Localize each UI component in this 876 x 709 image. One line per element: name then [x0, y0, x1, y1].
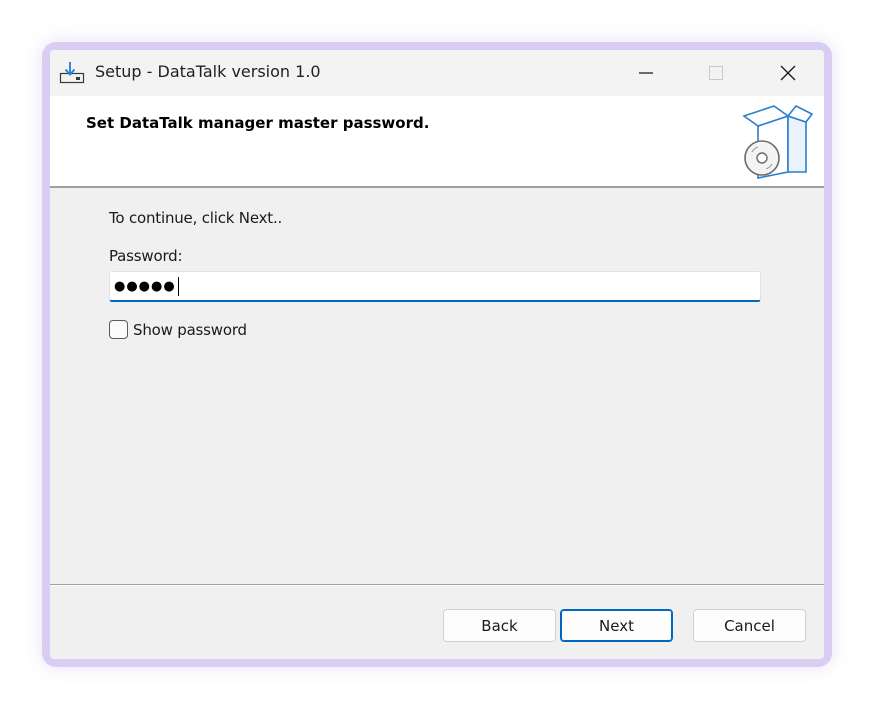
back-button[interactable]: Back: [443, 609, 556, 642]
wizard-content: To continue, click Next.. Password: ●●●●…: [50, 188, 824, 584]
wizard-header: Set DataTalk manager master password.: [50, 96, 824, 188]
maximize-button[interactable]: [687, 50, 745, 96]
password-label: Password:: [109, 247, 183, 265]
minimize-button[interactable]: [617, 50, 675, 96]
footer-divider: [50, 584, 824, 586]
password-value: ●●●●●: [114, 278, 176, 294]
setup-download-icon: [59, 62, 85, 84]
minimize-icon: [639, 72, 653, 74]
show-password-label[interactable]: Show password: [133, 321, 247, 339]
instructions-text: To continue, click Next..: [109, 209, 283, 227]
show-password-option[interactable]: Show password: [109, 320, 247, 339]
title-bar[interactable]: Setup - DataTalk version 1.0: [50, 50, 824, 96]
setup-window: Setup - DataTalk version 1.0 Set DataTal…: [50, 50, 824, 659]
close-icon: [780, 65, 796, 81]
password-input[interactable]: ●●●●●: [109, 271, 761, 302]
window-title: Setup - DataTalk version 1.0: [95, 62, 321, 81]
next-button[interactable]: Next: [560, 609, 673, 642]
software-box-disc-icon: [742, 104, 814, 179]
text-caret: [177, 276, 180, 296]
show-password-checkbox[interactable]: [109, 320, 128, 339]
page-title: Set DataTalk manager master password.: [86, 114, 430, 132]
close-button[interactable]: [759, 50, 817, 96]
cancel-button[interactable]: Cancel: [693, 609, 806, 642]
maximize-icon: [709, 66, 723, 80]
